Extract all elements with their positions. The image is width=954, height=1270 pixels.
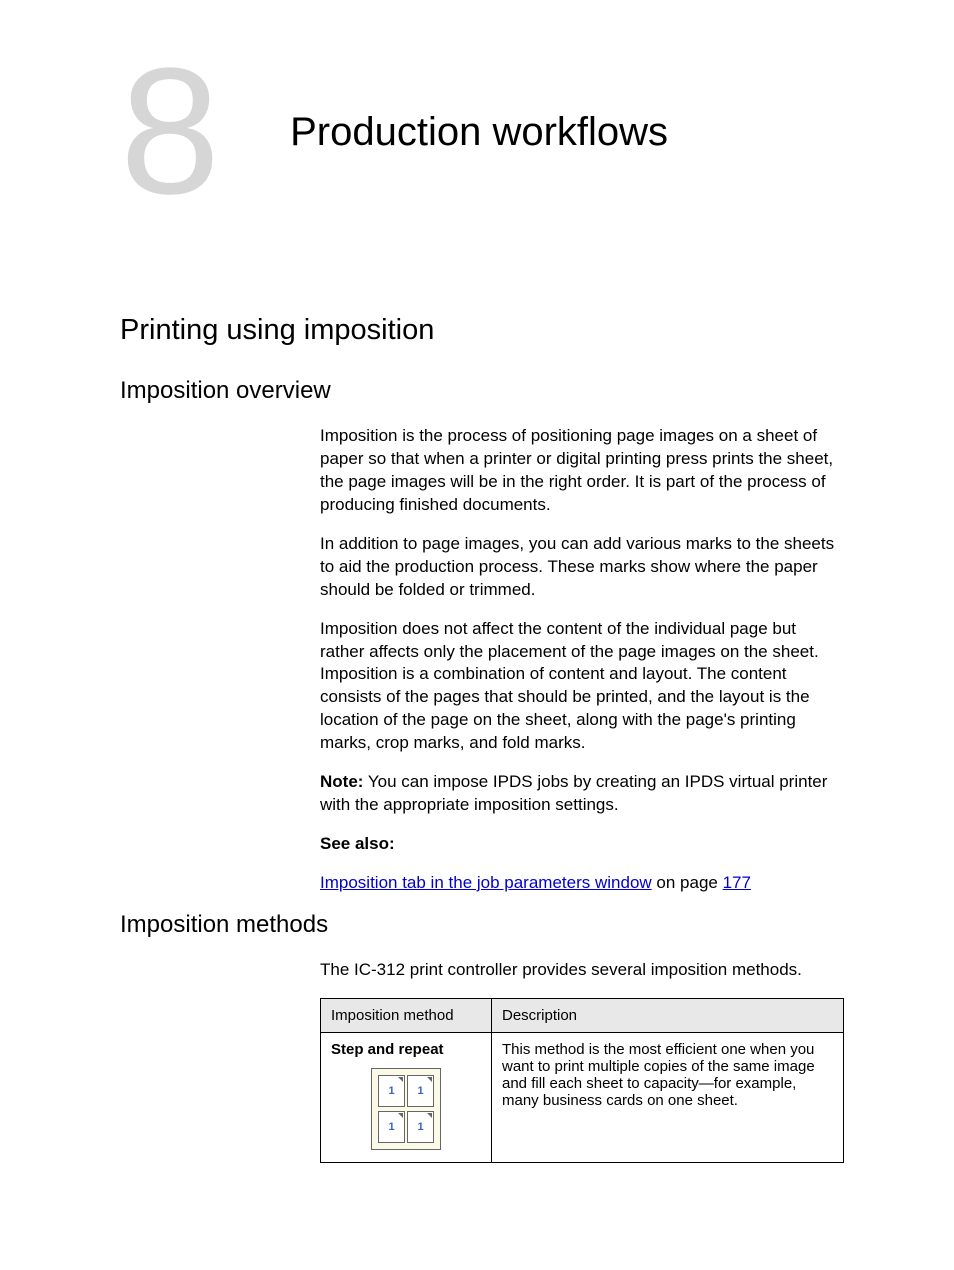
table-header-description: Description (492, 998, 844, 1032)
paragraph: The IC-312 print controller provides sev… (320, 959, 844, 982)
paragraph: Imposition is the process of positioning… (320, 425, 844, 517)
document-page: 8 Production workflows Printing using im… (0, 0, 954, 1223)
chapter-title: Production workflows (290, 110, 668, 155)
cross-reference-link[interactable]: Imposition tab in the job parameters win… (320, 873, 652, 892)
cross-reference-page-link[interactable]: 177 (723, 873, 751, 892)
see-also-label: See also: (320, 833, 844, 856)
body-column-overview: Imposition is the process of positioning… (320, 425, 844, 895)
table-cell-description: This method is the most efficient one wh… (492, 1032, 844, 1162)
see-also-line: Imposition tab in the job parameters win… (320, 872, 844, 895)
note: Note: You can impose IPDS jobs by creati… (320, 771, 844, 817)
chapter-number: 8 (120, 60, 220, 204)
note-label: Note: (320, 772, 363, 791)
note-text: You can impose IPDS jobs by creating an … (320, 772, 827, 814)
paragraph: Imposition does not affect the content o… (320, 618, 844, 756)
table-cell-method: Step and repeat 1 1 1 1 (321, 1032, 492, 1162)
method-name: Step and repeat (331, 1041, 481, 1058)
diagram-cell: 1 (407, 1075, 434, 1107)
subsection-heading-imposition-methods: Imposition methods (120, 911, 844, 939)
chapter-header: 8 Production workflows (120, 60, 844, 204)
diagram-cell: 1 (407, 1111, 434, 1143)
table-row: Step and repeat 1 1 1 1 This (321, 1032, 844, 1162)
table-header-row: Imposition method Description (321, 998, 844, 1032)
imposition-methods-table: Imposition method Description Step and r… (320, 998, 844, 1163)
subsection-imposition-methods: Imposition methods The IC-312 print cont… (120, 911, 844, 1163)
body-column-methods: The IC-312 print controller provides sev… (320, 959, 844, 1163)
diagram-cell: 1 (378, 1075, 405, 1107)
section-heading-printing-using-imposition: Printing using imposition (120, 314, 844, 347)
step-and-repeat-diagram: 1 1 1 1 (371, 1068, 441, 1150)
table-header-method: Imposition method (321, 998, 492, 1032)
paragraph: In addition to page images, you can add … (320, 533, 844, 602)
subsection-heading-imposition-overview: Imposition overview (120, 377, 844, 405)
diagram-cell: 1 (378, 1111, 405, 1143)
see-also-mid-text: on page (652, 873, 723, 892)
